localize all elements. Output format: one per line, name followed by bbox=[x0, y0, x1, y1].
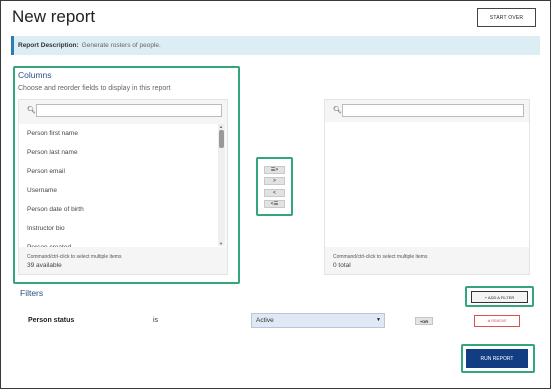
run-report-button[interactable]: RUN REPORT bbox=[466, 349, 528, 368]
list-item[interactable]: Person date of birth bbox=[19, 200, 226, 219]
search-icon: 🔍︎ bbox=[27, 107, 36, 114]
chevron-down-icon: ▼ bbox=[376, 317, 381, 323]
filter-operator: is bbox=[153, 317, 159, 324]
report-description-value: Generate rosters of people. bbox=[81, 42, 161, 49]
add-button[interactable]: > bbox=[264, 177, 285, 185]
available-fields-list[interactable]: Person first name Person last name Perso… bbox=[19, 124, 226, 247]
page-title: New report bbox=[12, 7, 96, 26]
scrollbar-thumb[interactable] bbox=[219, 130, 224, 148]
list-item[interactable]: Username bbox=[19, 181, 226, 200]
filter-value-select[interactable]: Active ▼ bbox=[251, 313, 385, 328]
filters-heading: Filters bbox=[20, 288, 44, 298]
add-all-button[interactable]: ☰> bbox=[264, 166, 285, 174]
filter-value-text: Active bbox=[256, 317, 274, 324]
available-count: 39 available bbox=[27, 262, 62, 269]
available-search-input[interactable] bbox=[36, 104, 222, 117]
remove-filter-button[interactable]: ⊗ REMOVE bbox=[474, 315, 520, 327]
add-or-button[interactable]: +OR bbox=[415, 317, 433, 325]
columns-heading: Columns bbox=[18, 70, 52, 80]
remove-button[interactable]: < bbox=[264, 189, 285, 197]
report-description-banner: Report Description: Generate rosters of … bbox=[11, 36, 540, 55]
selected-search-input[interactable] bbox=[342, 104, 524, 117]
selected-count: 0 total bbox=[333, 262, 351, 269]
selected-fields-list[interactable] bbox=[325, 122, 529, 247]
scroll-up-icon[interactable]: ▲ bbox=[219, 124, 223, 129]
list-item[interactable]: Person email bbox=[19, 162, 226, 181]
report-description-label: Report Description: bbox=[18, 42, 79, 49]
selected-multi-select-note: Command/ctrl-click to select multiple it… bbox=[333, 254, 428, 260]
scroll-down-icon[interactable]: ▼ bbox=[219, 241, 223, 246]
list-item[interactable]: Person last name bbox=[19, 143, 226, 162]
columns-subheading: Choose and reorder fields to display in … bbox=[18, 85, 171, 92]
search-icon: 🔍︎ bbox=[333, 107, 342, 114]
list-item[interactable]: Instructor bio bbox=[19, 219, 226, 238]
list-item[interactable]: Person created bbox=[19, 238, 226, 247]
list-item[interactable]: Person first name bbox=[19, 124, 226, 143]
available-multi-select-note: Command/ctrl-click to select multiple it… bbox=[27, 254, 122, 260]
filter-field-label: Person status bbox=[28, 317, 75, 324]
remove-all-button[interactable]: <☰ bbox=[264, 200, 285, 208]
available-list-scrollbar[interactable]: ▲ ▼ bbox=[218, 124, 225, 246]
start-over-button[interactable]: START OVER bbox=[477, 8, 536, 27]
add-filter-button[interactable]: + ADD A FILTER bbox=[471, 291, 528, 303]
